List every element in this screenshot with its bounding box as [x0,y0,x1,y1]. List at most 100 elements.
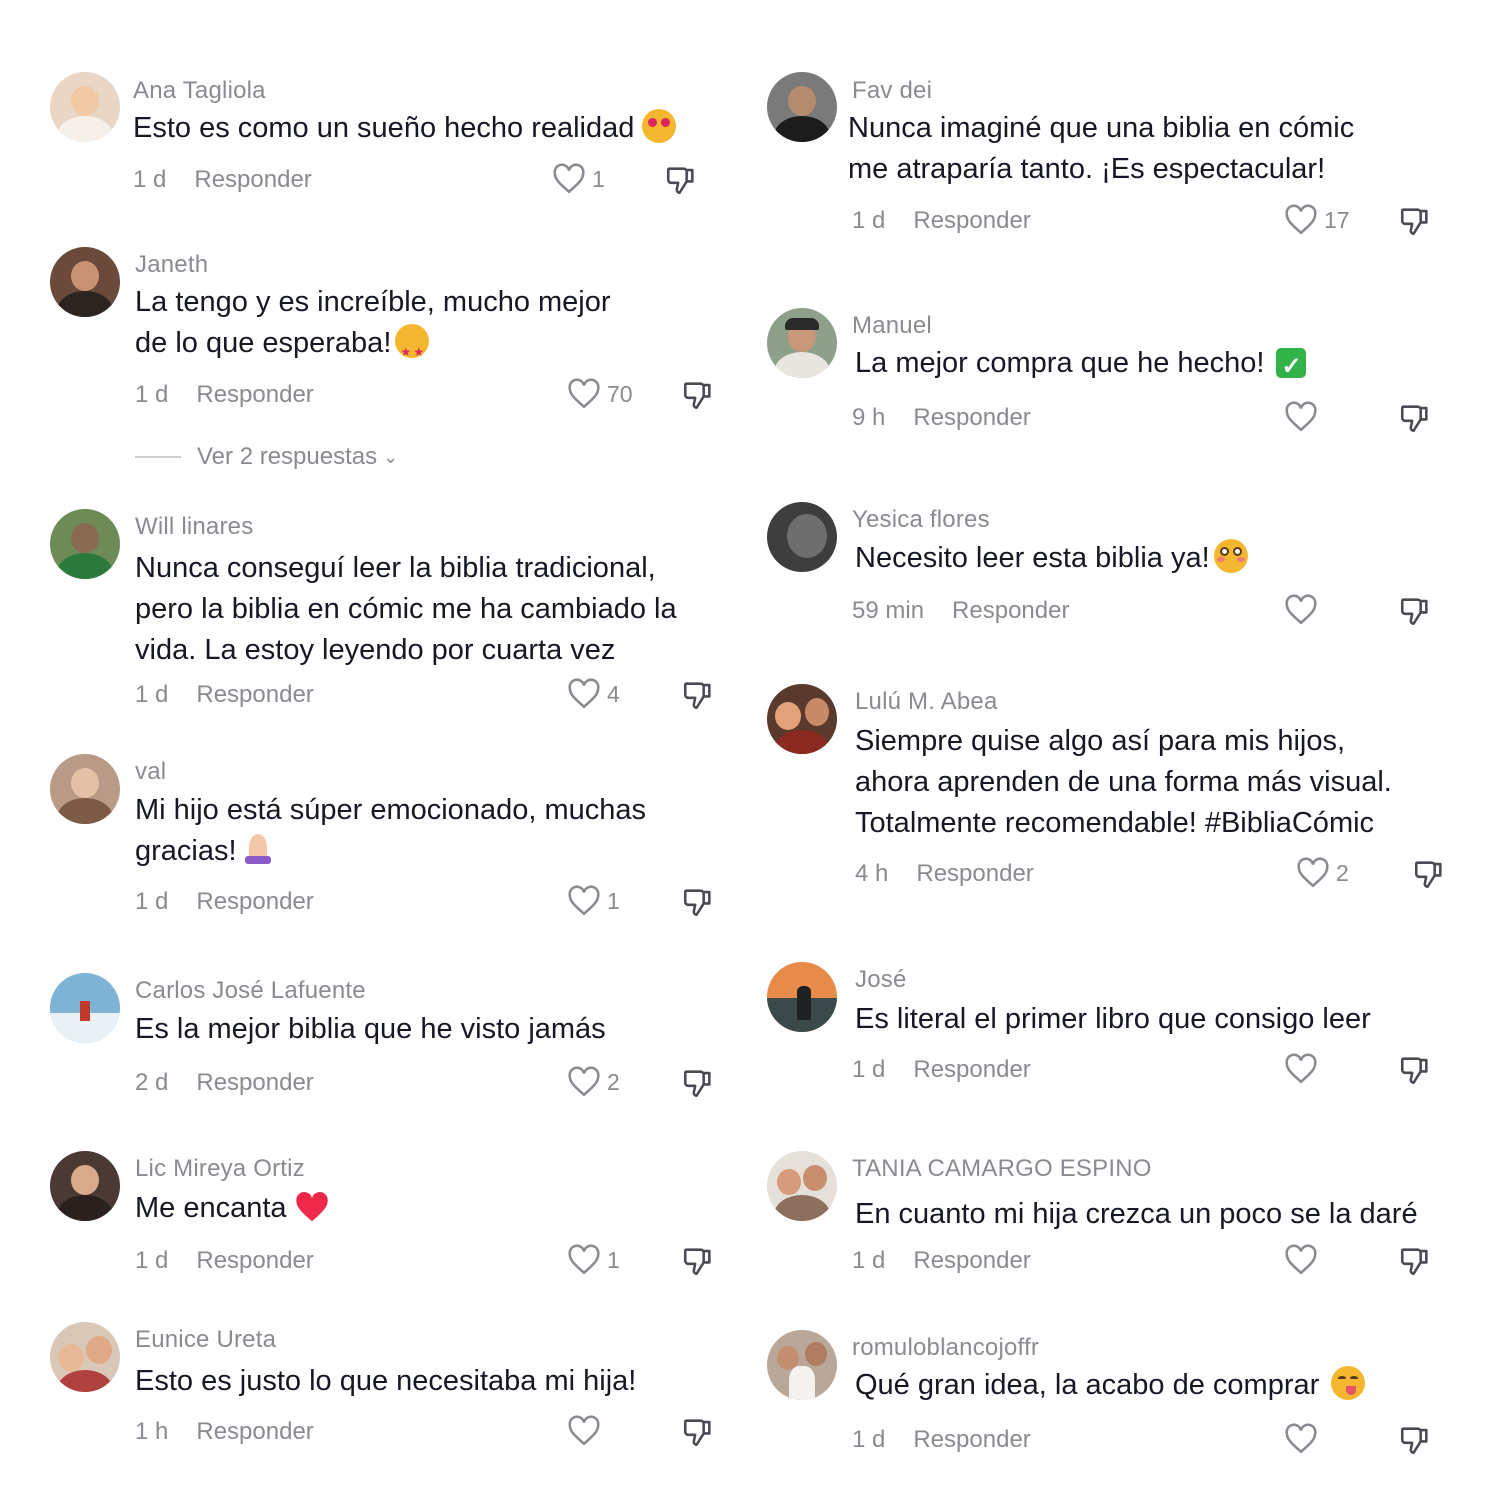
username[interactable]: romuloblancojoffr [852,1334,1039,1362]
comment-line: Me encanta [135,1192,287,1224]
like-button[interactable]: 4 [567,678,620,710]
like-button[interactable] [567,1415,607,1447]
comment-text: Me encanta [135,1188,329,1229]
like-button[interactable]: 2 [1296,857,1349,889]
dislike-button[interactable] [664,163,698,202]
like-button[interactable]: 1 [552,163,605,195]
dislike-button[interactable] [1398,401,1432,440]
timestamp: 1 d [135,888,169,915]
reply-button[interactable]: Responder [196,1418,313,1445]
reply-button[interactable]: Responder [916,860,1033,887]
reply-button[interactable]: Responder [196,888,313,915]
like-button[interactable]: 17 [1284,204,1350,236]
reply-button[interactable]: Responder [196,381,313,408]
comment-text: Esto es como un sueño hecho realidad [133,108,677,149]
username[interactable]: Janeth [135,251,208,279]
avatar[interactable] [767,684,837,754]
avatar[interactable] [50,973,120,1043]
comment-line: La tengo y es increíble, mucho mejor [135,286,611,318]
thumbs-down-icon [683,889,711,917]
comment-text: Es literal el primer libro que consigo l… [855,999,1371,1040]
username[interactable]: Carlos José Lafuente [135,977,366,1005]
heart-outline-icon [568,1415,600,1446]
like-button[interactable] [1284,401,1324,433]
avatar[interactable] [50,247,120,317]
comment-meta: 4 h Responder [855,860,1034,888]
reply-button[interactable]: Responder [913,404,1030,431]
dislike-button[interactable] [1412,857,1446,896]
dislike-button[interactable] [1398,594,1432,633]
like-button[interactable]: 2 [567,1066,620,1098]
comment-line: Mi hijo está súper emocionado, muchas [135,794,646,826]
avatar[interactable] [50,509,120,579]
comment-meta: 1 d Responder [135,681,314,709]
dislike-button[interactable] [1398,1423,1432,1462]
timestamp: 1 d [135,381,169,408]
comment-line: vida. La estoy leyendo por cuarta vez [135,634,616,666]
reply-button[interactable]: Responder [952,597,1069,624]
username[interactable]: Lic Mireya Ortiz [135,1155,305,1183]
comment-meta: 1 d Responder [852,207,1031,235]
avatar[interactable] [767,502,837,572]
username[interactable]: Yesica flores [852,506,990,534]
avatar[interactable] [50,72,120,142]
dislike-button[interactable] [1398,1244,1432,1283]
thumbs-down-icon [1400,405,1428,433]
avatar[interactable] [50,754,120,824]
like-button[interactable]: 70 [567,378,633,410]
comment-meta: 59 min Responder [852,597,1069,625]
like-button[interactable] [1284,594,1324,626]
thumbs-down-icon [1400,1057,1428,1085]
avatar[interactable] [50,1151,120,1221]
username[interactable]: TANIA CAMARGO ESPINO [852,1155,1152,1183]
like-button[interactable] [1284,1244,1324,1276]
reply-button[interactable]: Responder [196,1069,313,1096]
dislike-button[interactable] [681,885,715,924]
username[interactable]: Manuel [852,312,932,340]
thumbs-down-icon [1400,208,1428,236]
like-button[interactable]: 1 [567,885,620,917]
thumbs-down-icon [666,167,694,195]
comment-meta: 1 d Responder [135,381,314,409]
reply-button[interactable]: Responder [913,1056,1030,1083]
avatar[interactable] [767,962,837,1032]
like-button[interactable] [1284,1423,1324,1455]
reply-button[interactable]: Responder [913,207,1030,234]
view-replies-button[interactable]: Ver 2 respuestas ⌄ [135,443,398,471]
like-button[interactable] [1284,1053,1324,1085]
dislike-button[interactable] [681,678,715,717]
timestamp: 2 d [135,1069,169,1096]
thumbs-down-icon [683,1070,711,1098]
reply-button[interactable]: Responder [913,1426,1030,1453]
avatar[interactable] [767,72,837,142]
comment-line: La mejor compra que he hecho! [855,347,1265,379]
reply-button[interactable]: Responder [196,681,313,708]
timestamp: 1 h [135,1418,169,1445]
heart-outline-icon [1285,401,1317,432]
username[interactable]: Will linares [135,513,253,541]
dislike-button[interactable] [681,1244,715,1283]
like-count: 1 [607,1246,620,1273]
dislike-button[interactable] [681,1415,715,1454]
dislike-button[interactable] [1398,204,1432,243]
reply-button[interactable]: Responder [196,1247,313,1274]
dislike-button[interactable] [1398,1053,1432,1092]
heart-outline-icon [1285,1244,1317,1275]
dislike-button[interactable] [681,378,715,417]
avatar[interactable] [767,1151,837,1221]
like-button[interactable]: 1 [567,1244,620,1276]
timestamp: 4 h [855,860,889,887]
avatar[interactable] [767,308,837,378]
reply-button[interactable]: Responder [194,166,311,193]
username[interactable]: Eunice Ureta [135,1326,276,1354]
username[interactable]: val [135,758,166,786]
heart-eyes-emoji [642,109,677,143]
avatar[interactable] [50,1322,120,1392]
reply-button[interactable]: Responder [913,1247,1030,1274]
username[interactable]: Ana Tagliola [133,77,266,105]
avatar[interactable] [767,1330,837,1400]
username[interactable]: Lulú M. Abea [855,688,998,716]
username[interactable]: Fav dei [852,77,932,105]
dislike-button[interactable] [681,1066,715,1105]
username[interactable]: José [855,966,907,994]
